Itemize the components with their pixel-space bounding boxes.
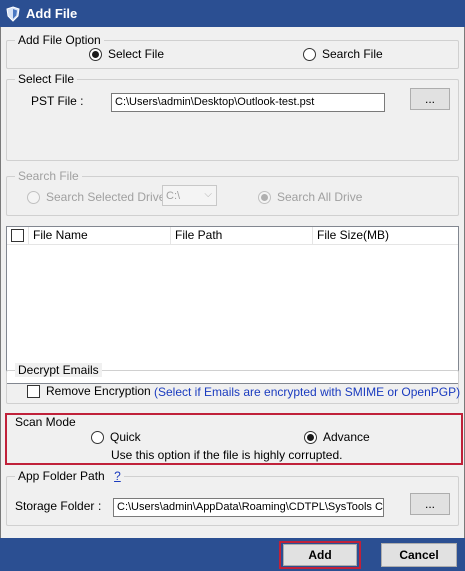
add-file-option-legend: Add File Option <box>15 33 104 47</box>
file-list-grid[interactable]: File Name File Path File Size(MB) <box>6 226 459 384</box>
remove-encryption-box[interactable] <box>27 384 40 398</box>
app-shield-icon <box>6 5 20 22</box>
column-file-path[interactable]: File Path <box>171 227 313 244</box>
cancel-button[interactable]: Cancel <box>381 543 457 567</box>
search-file-radio-dot[interactable] <box>303 47 316 61</box>
remove-encryption-label: Remove Encryption <box>46 384 151 398</box>
select-all-cell[interactable] <box>7 227 29 244</box>
pst-browse-button[interactable]: ... <box>410 88 450 110</box>
search-selected-drive-radio[interactable]: Search Selected Drive <box>27 190 165 204</box>
storage-folder-colon: : <box>98 499 102 513</box>
select-all-checkbox[interactable] <box>11 229 24 242</box>
column-file-size[interactable]: File Size(MB) <box>313 227 458 244</box>
search-file-radio-label: Search File <box>322 47 383 61</box>
scan-mode-highlight <box>5 413 463 465</box>
search-all-drive-dot[interactable] <box>258 190 271 204</box>
search-selected-drive-label: Search Selected Drive <box>46 190 166 204</box>
remove-encryption-checkbox[interactable]: Remove Encryption <box>27 384 151 398</box>
decrypt-emails-legend: Decrypt Emails <box>15 363 102 377</box>
add-file-option-group: Add File Option Select File Search File <box>6 33 459 69</box>
add-button[interactable]: Add <box>283 544 357 566</box>
select-file-radio-label: Select File <box>108 47 165 61</box>
storage-folder-label: Storage Folder <box>15 499 95 513</box>
search-all-drive-label: Search All Drive <box>277 190 363 204</box>
app-folder-legend: App Folder Path ? <box>15 469 124 483</box>
select-file-group: Select File PST File : C:\Users\admin\De… <box>6 72 459 161</box>
app-folder-legend-text: App Folder Path <box>18 469 105 483</box>
app-folder-group: App Folder Path ? Storage Folder : C:\Us… <box>6 469 459 526</box>
decrypt-hint: (Select if Emails are encrypted with SMI… <box>154 385 461 399</box>
chevron-down-icon: ⌵ <box>204 189 212 200</box>
pst-file-label: PST File : <box>31 94 84 108</box>
column-file-name[interactable]: File Name <box>29 227 171 244</box>
drive-select-value: C:\ <box>166 189 181 202</box>
search-file-legend: Search File <box>15 169 82 183</box>
storage-browse-button[interactable]: ... <box>410 493 450 515</box>
file-list-header: File Name File Path File Size(MB) <box>7 227 458 245</box>
search-all-drive-radio[interactable]: Search All Drive <box>258 190 362 204</box>
window-title: Add File <box>26 6 78 21</box>
app-folder-help-link[interactable]: ? <box>114 469 121 483</box>
select-file-radio-dot[interactable] <box>89 47 102 61</box>
select-file-legend: Select File <box>15 72 78 86</box>
storage-folder-input[interactable]: C:\Users\admin\AppData\Roaming\CDTPL\Sys… <box>113 498 384 517</box>
dialog-body: Add File Option Select File Search File … <box>0 27 465 538</box>
pst-file-input[interactable]: C:\Users\admin\Desktop\Outlook-test.pst <box>111 93 385 112</box>
decrypt-emails-group: Decrypt Emails Remove Encryption (Select… <box>6 363 461 404</box>
search-selected-drive-dot[interactable] <box>27 190 40 204</box>
footer-bar: Add Cancel <box>0 538 465 571</box>
drive-select[interactable]: C:\ ⌵ <box>162 185 217 206</box>
search-file-group: Search File Search Selected Drive C:\ ⌵ … <box>6 169 459 216</box>
search-file-radio[interactable]: Search File <box>303 47 383 61</box>
title-bar: Add File <box>0 0 465 27</box>
select-file-radio[interactable]: Select File <box>89 47 164 61</box>
